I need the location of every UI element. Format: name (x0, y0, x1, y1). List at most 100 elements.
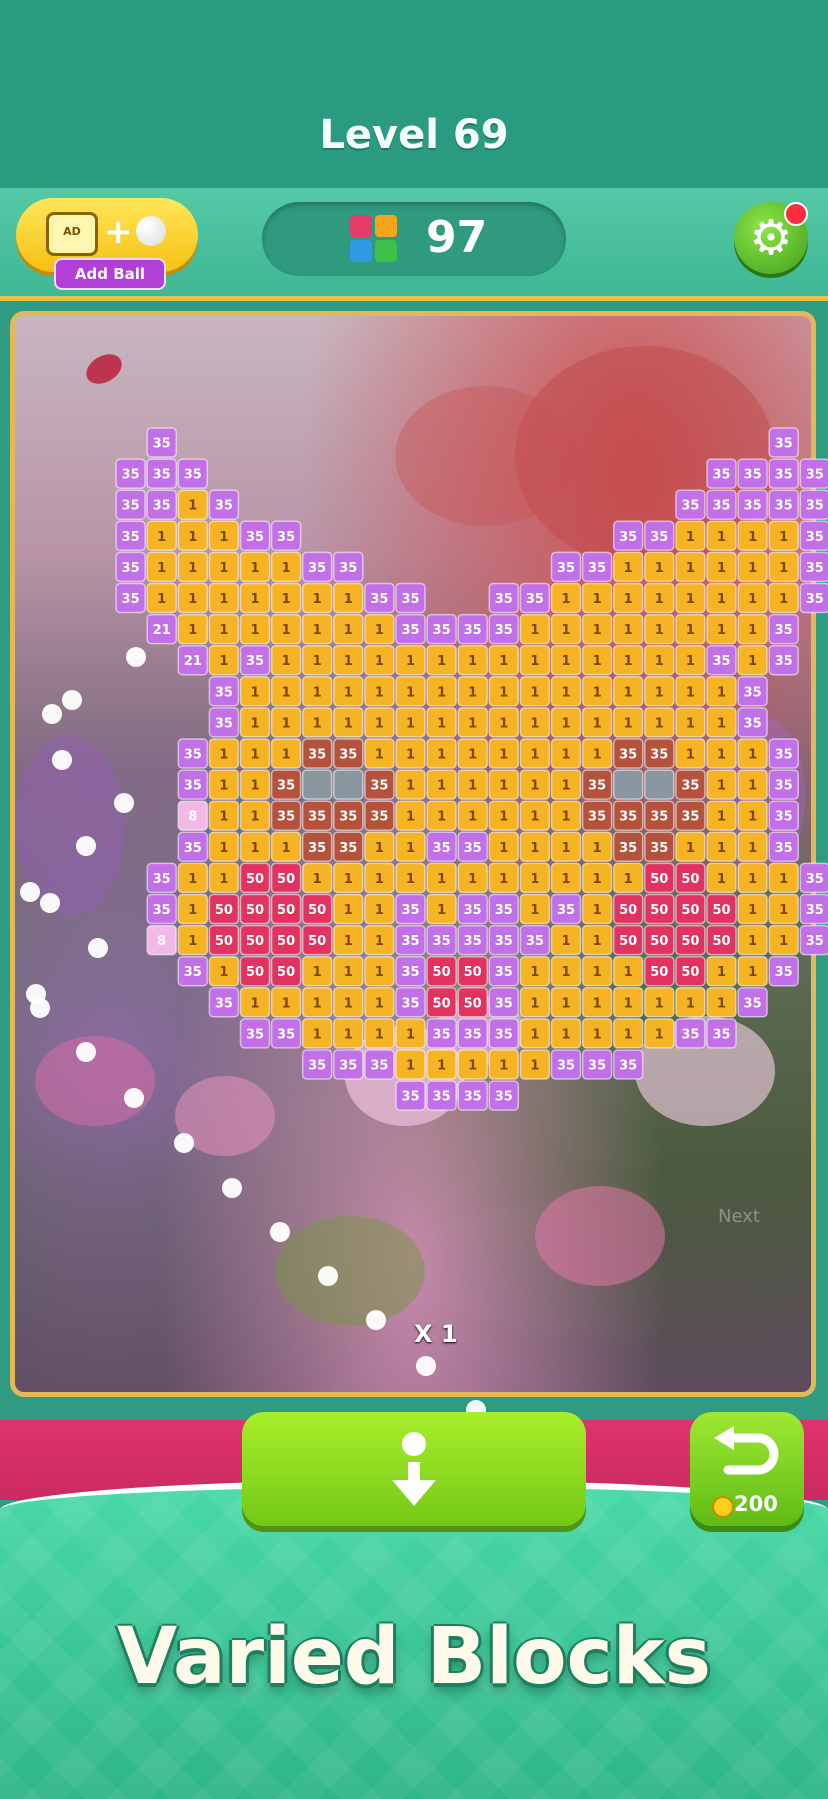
block-value-label: 1 (530, 872, 539, 887)
block-value-label: 35 (744, 996, 762, 1011)
block-value-label: 1 (282, 592, 291, 607)
block-value-label: 1 (624, 965, 633, 980)
block-value-label: 1 (717, 810, 726, 825)
block-value-label: 35 (588, 561, 606, 576)
block-value-label: 35 (246, 654, 264, 669)
block-value-label: 1 (530, 623, 539, 638)
block-value-label: 1 (717, 685, 726, 700)
block-value-label: 50 (308, 903, 326, 918)
block-value-label: 35 (277, 530, 295, 545)
block-value-label: 1 (561, 996, 570, 1011)
block-value-label: 1 (282, 748, 291, 763)
block-value-label: 35 (775, 779, 793, 794)
block-value-label: 50 (308, 934, 326, 949)
block-value-label: 35 (526, 592, 544, 607)
block-value-label: 1 (344, 934, 353, 949)
block-value-label: 1 (686, 561, 695, 576)
block-value-label: 35 (184, 748, 202, 763)
block-value-label: 1 (593, 592, 602, 607)
block-value-label: 1 (717, 872, 726, 887)
block-value-label: 1 (499, 654, 508, 669)
block-value-label: 35 (495, 996, 513, 1011)
block-value-label: 1 (686, 623, 695, 638)
block-value-label: 1 (748, 810, 757, 825)
block-value-label: 35 (153, 903, 171, 918)
block-value-label: 35 (122, 561, 140, 576)
block-value-label: 1 (561, 934, 570, 949)
block-value-label: 35 (775, 468, 793, 483)
block-value-label: 1 (779, 530, 788, 545)
block-value-label: 1 (375, 685, 384, 700)
block-value-label: 1 (624, 996, 633, 1011)
block-value-label: 35 (619, 841, 637, 856)
block-value-label: 35 (401, 965, 419, 980)
block-value-label: 35 (806, 561, 824, 576)
block-value-label: 35 (401, 623, 419, 638)
block-value-label: 1 (313, 623, 322, 638)
block-value-label: 1 (779, 592, 788, 607)
block-value-label: 1 (282, 685, 291, 700)
block-value-label: 50 (246, 934, 264, 949)
block-value-label: 1 (779, 872, 788, 887)
block-value-label: 35 (464, 1027, 482, 1042)
block-value-label: 35 (681, 810, 699, 825)
block-value-label: 35 (401, 592, 419, 607)
block-value-label: 35 (588, 779, 606, 794)
block-value-label: 1 (406, 872, 415, 887)
block-value-label: 1 (188, 499, 197, 514)
block-value-label: 1 (406, 716, 415, 731)
block-value-label: 35 (277, 1027, 295, 1042)
undo-cost: 200 (734, 1492, 778, 1516)
block-value-label: 35 (246, 1027, 264, 1042)
ball (52, 750, 72, 770)
block-value-label: 35 (184, 965, 202, 980)
block-value-label: 35 (650, 810, 668, 825)
ball (318, 1266, 338, 1286)
block-value-label: 1 (313, 965, 322, 980)
block-value-label: 1 (499, 685, 508, 700)
block-value-label: 35 (495, 965, 513, 980)
block-value-label: 1 (282, 561, 291, 576)
block-value-label: 1 (717, 716, 726, 731)
block-value-label: 1 (655, 592, 664, 607)
block-value-label: 35 (806, 934, 824, 949)
block-value-label: 1 (686, 685, 695, 700)
block-value-label: 1 (593, 623, 602, 638)
block-value-label: 50 (464, 965, 482, 980)
block-value-label: 1 (219, 592, 228, 607)
block-value-label: 1 (717, 561, 726, 576)
block-value-label: 1 (375, 996, 384, 1011)
block-value-label: 1 (375, 748, 384, 763)
block-value-label: 35 (806, 468, 824, 483)
block-value-label: 1 (437, 810, 446, 825)
block-value-label: 1 (157, 530, 166, 545)
block-value-label: 35 (433, 1090, 451, 1105)
block-value-label: 1 (561, 685, 570, 700)
block-value-label: 50 (619, 903, 637, 918)
block-value-label: 35 (744, 468, 762, 483)
block-value-label: 35 (806, 903, 824, 918)
ball (30, 998, 50, 1018)
block-value-label: 1 (375, 965, 384, 980)
ball (222, 1178, 242, 1198)
block-value-label: 1 (686, 716, 695, 731)
block-value-label: 1 (344, 872, 353, 887)
block-value-label: 1 (655, 996, 664, 1011)
block-value-label: 1 (499, 779, 508, 794)
block-value-label: 1 (748, 654, 757, 669)
block-value-label: 1 (624, 716, 633, 731)
undo-button[interactable]: 200 (690, 1412, 804, 1526)
ball (88, 938, 108, 958)
drop-ball-button[interactable] (242, 1412, 586, 1526)
block-value-label: 35 (464, 623, 482, 638)
block-value-label: 35 (712, 468, 730, 483)
block-value-label: 1 (655, 685, 664, 700)
block-value-label: 1 (717, 530, 726, 545)
block-value-label: 1 (188, 934, 197, 949)
block-value-label: 1 (655, 716, 664, 731)
block-value-label: 1 (468, 716, 477, 731)
block-value-label: 1 (717, 748, 726, 763)
drop-arrow-icon (392, 1432, 436, 1506)
block-value-label: 1 (717, 623, 726, 638)
block-value-label: 35 (433, 623, 451, 638)
